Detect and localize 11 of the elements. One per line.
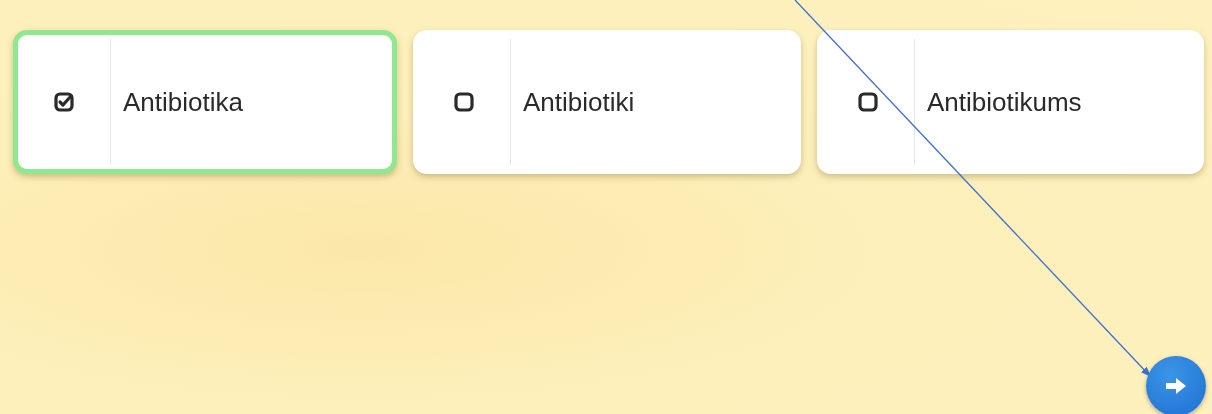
option-label: Antibiotikums bbox=[927, 86, 1082, 118]
option-card[interactable]: Antibiotikums bbox=[817, 30, 1204, 174]
right-arrow-icon bbox=[1164, 376, 1188, 396]
checked-checkbox-icon[interactable] bbox=[54, 92, 74, 112]
option-card[interactable]: Antibiotika bbox=[13, 30, 397, 174]
option-label: Antibiotika bbox=[123, 86, 243, 118]
next-button[interactable] bbox=[1146, 356, 1206, 414]
checkbox-icon[interactable] bbox=[454, 92, 474, 112]
option-label: Antibiotiki bbox=[523, 86, 635, 118]
option-card[interactable]: Antibiotiki bbox=[413, 30, 801, 174]
checkbox-icon[interactable] bbox=[858, 92, 878, 112]
